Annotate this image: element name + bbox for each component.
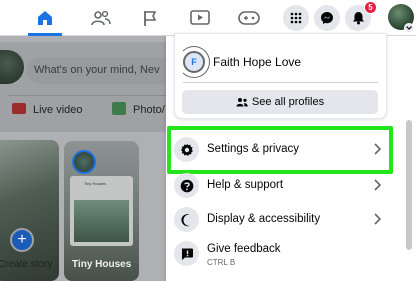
profile-divider (183, 82, 378, 83)
home-icon[interactable] (33, 6, 57, 30)
messenger-icon[interactable] (314, 5, 340, 31)
photo-video-button[interactable]: Photo/ (133, 104, 165, 116)
pages-flag-icon[interactable] (138, 6, 162, 30)
help-support-label: Help & support (207, 179, 284, 191)
post-composer (0, 42, 170, 132)
account-chevron-down-icon[interactable] (404, 23, 414, 33)
create-story-label: Create story (0, 259, 53, 270)
photo-icon (112, 102, 126, 115)
story-card-label: Tiny Houses (72, 259, 132, 270)
moon-icon (174, 207, 199, 232)
composer-divider (8, 95, 170, 96)
settings-highlight-box (167, 126, 393, 174)
friends-icon[interactable] (89, 6, 113, 30)
see-all-profiles-label: See all profiles (251, 96, 325, 108)
question-icon (174, 173, 199, 198)
home-tab-indicator (28, 33, 62, 36)
notification-count-badge: 5 (364, 1, 377, 14)
give-feedback-item[interactable]: Give feedback CTRL B (170, 237, 392, 271)
story-post-title: Tiny Houses (84, 181, 107, 186)
help-support-item[interactable]: Help & support (170, 169, 392, 203)
profile-avatar[interactable]: F (183, 51, 205, 73)
story-post-image (74, 200, 129, 242)
menu-scrollbar[interactable] (406, 120, 412, 250)
chevron-right-icon (374, 213, 382, 225)
chevron-right-icon (374, 179, 382, 191)
gaming-icon[interactable] (237, 6, 261, 30)
plus-icon[interactable]: + (10, 228, 34, 252)
composer-input[interactable]: What's on your mind, Nev (27, 57, 172, 84)
profiles-icon (236, 98, 248, 107)
give-feedback-shortcut: CTRL B (207, 258, 236, 267)
live-video-button[interactable]: Live video (33, 104, 83, 116)
watch-video-icon[interactable] (188, 6, 212, 30)
story-avatar (72, 150, 96, 174)
display-accessibility-item[interactable]: Display & accessibility (170, 203, 392, 237)
display-accessibility-label: Display & accessibility (207, 213, 321, 225)
see-all-profiles-button[interactable]: See all profiles (182, 90, 378, 114)
menu-grid-icon[interactable] (283, 5, 309, 31)
feedback-icon (174, 241, 199, 266)
profile-name[interactable]: Faith Hope Love (213, 55, 301, 69)
live-video-icon (12, 103, 26, 114)
give-feedback-label: Give feedback (207, 243, 281, 255)
